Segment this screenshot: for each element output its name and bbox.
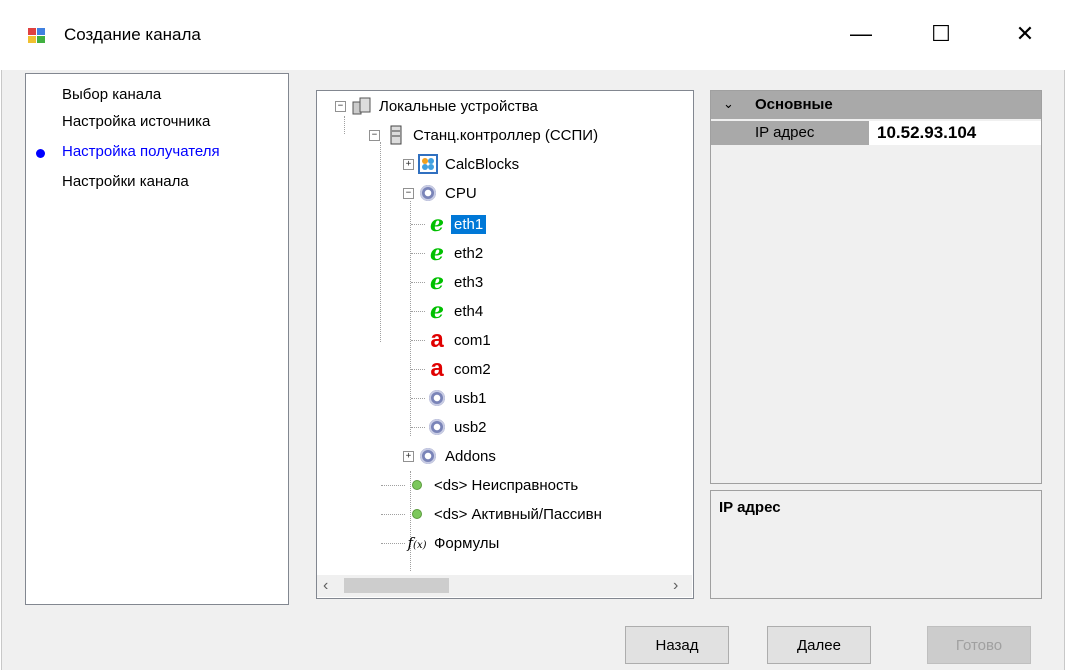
title-bar: Создание канала — ☐ ✕ — [0, 0, 1065, 70]
tree-line — [381, 514, 405, 515]
server-icon — [386, 125, 406, 145]
ethernet-icon: e — [430, 269, 444, 295]
tree-line — [411, 282, 425, 283]
serial-port-icon: a — [430, 355, 444, 382]
active-step-dot — [36, 149, 45, 158]
tree-line — [380, 142, 381, 342]
formula-icon: f(x) — [407, 534, 427, 552]
tree-line — [411, 369, 425, 370]
app-icon — [28, 26, 46, 44]
scroll-right-icon[interactable]: › — [673, 577, 678, 595]
serial-port-icon: a — [430, 326, 444, 353]
tree-node-ds-active[interactable]: <ds> Активный/Пассивн — [407, 503, 605, 525]
finish-button[interactable]: Готово — [927, 626, 1031, 664]
step-source-settings[interactable]: Настройка источника — [62, 113, 210, 130]
wizard-steps-panel: Выбор канала Настройка источника Настрой… — [25, 73, 289, 605]
tree-line — [411, 253, 425, 254]
scroll-left-icon[interactable]: ‹ — [323, 577, 328, 595]
tree-node-local-devices[interactable]: − Локальные устройства — [335, 95, 541, 117]
scrollbar-thumb[interactable] — [344, 578, 449, 593]
collapse-icon[interactable]: − — [335, 100, 346, 112]
tree-node-eth1[interactable]: e eth1 — [427, 211, 487, 237]
expand-icon[interactable]: + — [403, 158, 414, 170]
tree-node-ds-fault[interactable]: <ds> Неисправность — [407, 474, 581, 496]
tree-horizontal-scrollbar[interactable]: ‹ › — [317, 575, 692, 597]
tree-node-eth2[interactable]: e eth2 — [427, 242, 486, 264]
property-category[interactable]: ⌄ Основные — [711, 91, 1041, 119]
maximize-button[interactable]: ☐ — [918, 14, 964, 54]
collapse-icon[interactable]: − — [403, 187, 414, 199]
ethernet-icon: e — [430, 211, 444, 237]
property-row-ip[interactable]: IP адрес 10.52.93.104 — [711, 121, 1041, 145]
expand-icon[interactable]: + — [403, 450, 414, 462]
ethernet-icon: e — [430, 240, 444, 266]
step-receiver-settings[interactable]: Настройка получателя — [36, 143, 220, 160]
tree-line — [411, 398, 425, 399]
devices-icon — [352, 96, 372, 116]
status-dot-icon — [407, 504, 427, 524]
tree-node-eth4[interactable]: e eth4 — [427, 300, 486, 322]
tree-node-com2[interactable]: a com2 — [427, 355, 494, 382]
property-grid: ⌄ Основные IP адрес 10.52.93.104 — [710, 90, 1042, 484]
tree-line — [410, 201, 411, 436]
gear-icon — [427, 417, 447, 437]
minimize-button[interactable]: — — [838, 14, 884, 54]
step-channel-settings[interactable]: Настройки канала — [62, 173, 189, 190]
tree-line — [411, 224, 425, 225]
gear-icon — [427, 388, 447, 408]
step-select-channel[interactable]: Выбор канала — [62, 86, 161, 103]
device-tree[interactable]: − Локальные устройства − Станц.контролле… — [316, 90, 694, 599]
tree-line — [411, 427, 425, 428]
tree-node-eth3[interactable]: e eth3 — [427, 271, 486, 293]
tree-node-addons[interactable]: + Addons — [403, 445, 499, 467]
back-button[interactable]: Назад — [625, 626, 729, 664]
collapse-icon[interactable]: − — [369, 129, 380, 141]
tree-node-formulas[interactable]: f(x) Формулы — [407, 532, 502, 554]
tree-node-usb2[interactable]: usb2 — [427, 416, 490, 438]
tree-line — [344, 116, 345, 134]
tree-node-calcblocks[interactable]: + CalcBlocks — [403, 153, 522, 175]
chevron-down-icon[interactable]: ⌄ — [723, 96, 734, 112]
tree-line — [381, 543, 405, 544]
tree-line — [411, 311, 425, 312]
status-dot-icon — [407, 475, 427, 495]
close-button[interactable]: ✕ — [1002, 14, 1048, 54]
tree-node-cpu[interactable]: − CPU — [403, 182, 480, 204]
next-button[interactable]: Далее — [767, 626, 871, 664]
window-title: Создание канала — [64, 25, 201, 44]
tree-node-controller[interactable]: − Станц.контроллер (ССПИ) — [369, 124, 601, 146]
ip-address-field[interactable]: 10.52.93.104 — [869, 121, 1041, 145]
calcblocks-icon — [418, 154, 438, 174]
property-description-panel: IP адрес — [710, 490, 1042, 599]
tree-line — [411, 340, 425, 341]
tree-node-usb1[interactable]: usb1 — [427, 387, 490, 409]
ethernet-icon: e — [430, 298, 444, 324]
tree-line — [381, 485, 405, 486]
gear-icon — [418, 183, 438, 203]
gear-icon — [418, 446, 438, 466]
tree-node-com1[interactable]: a com1 — [427, 326, 494, 353]
